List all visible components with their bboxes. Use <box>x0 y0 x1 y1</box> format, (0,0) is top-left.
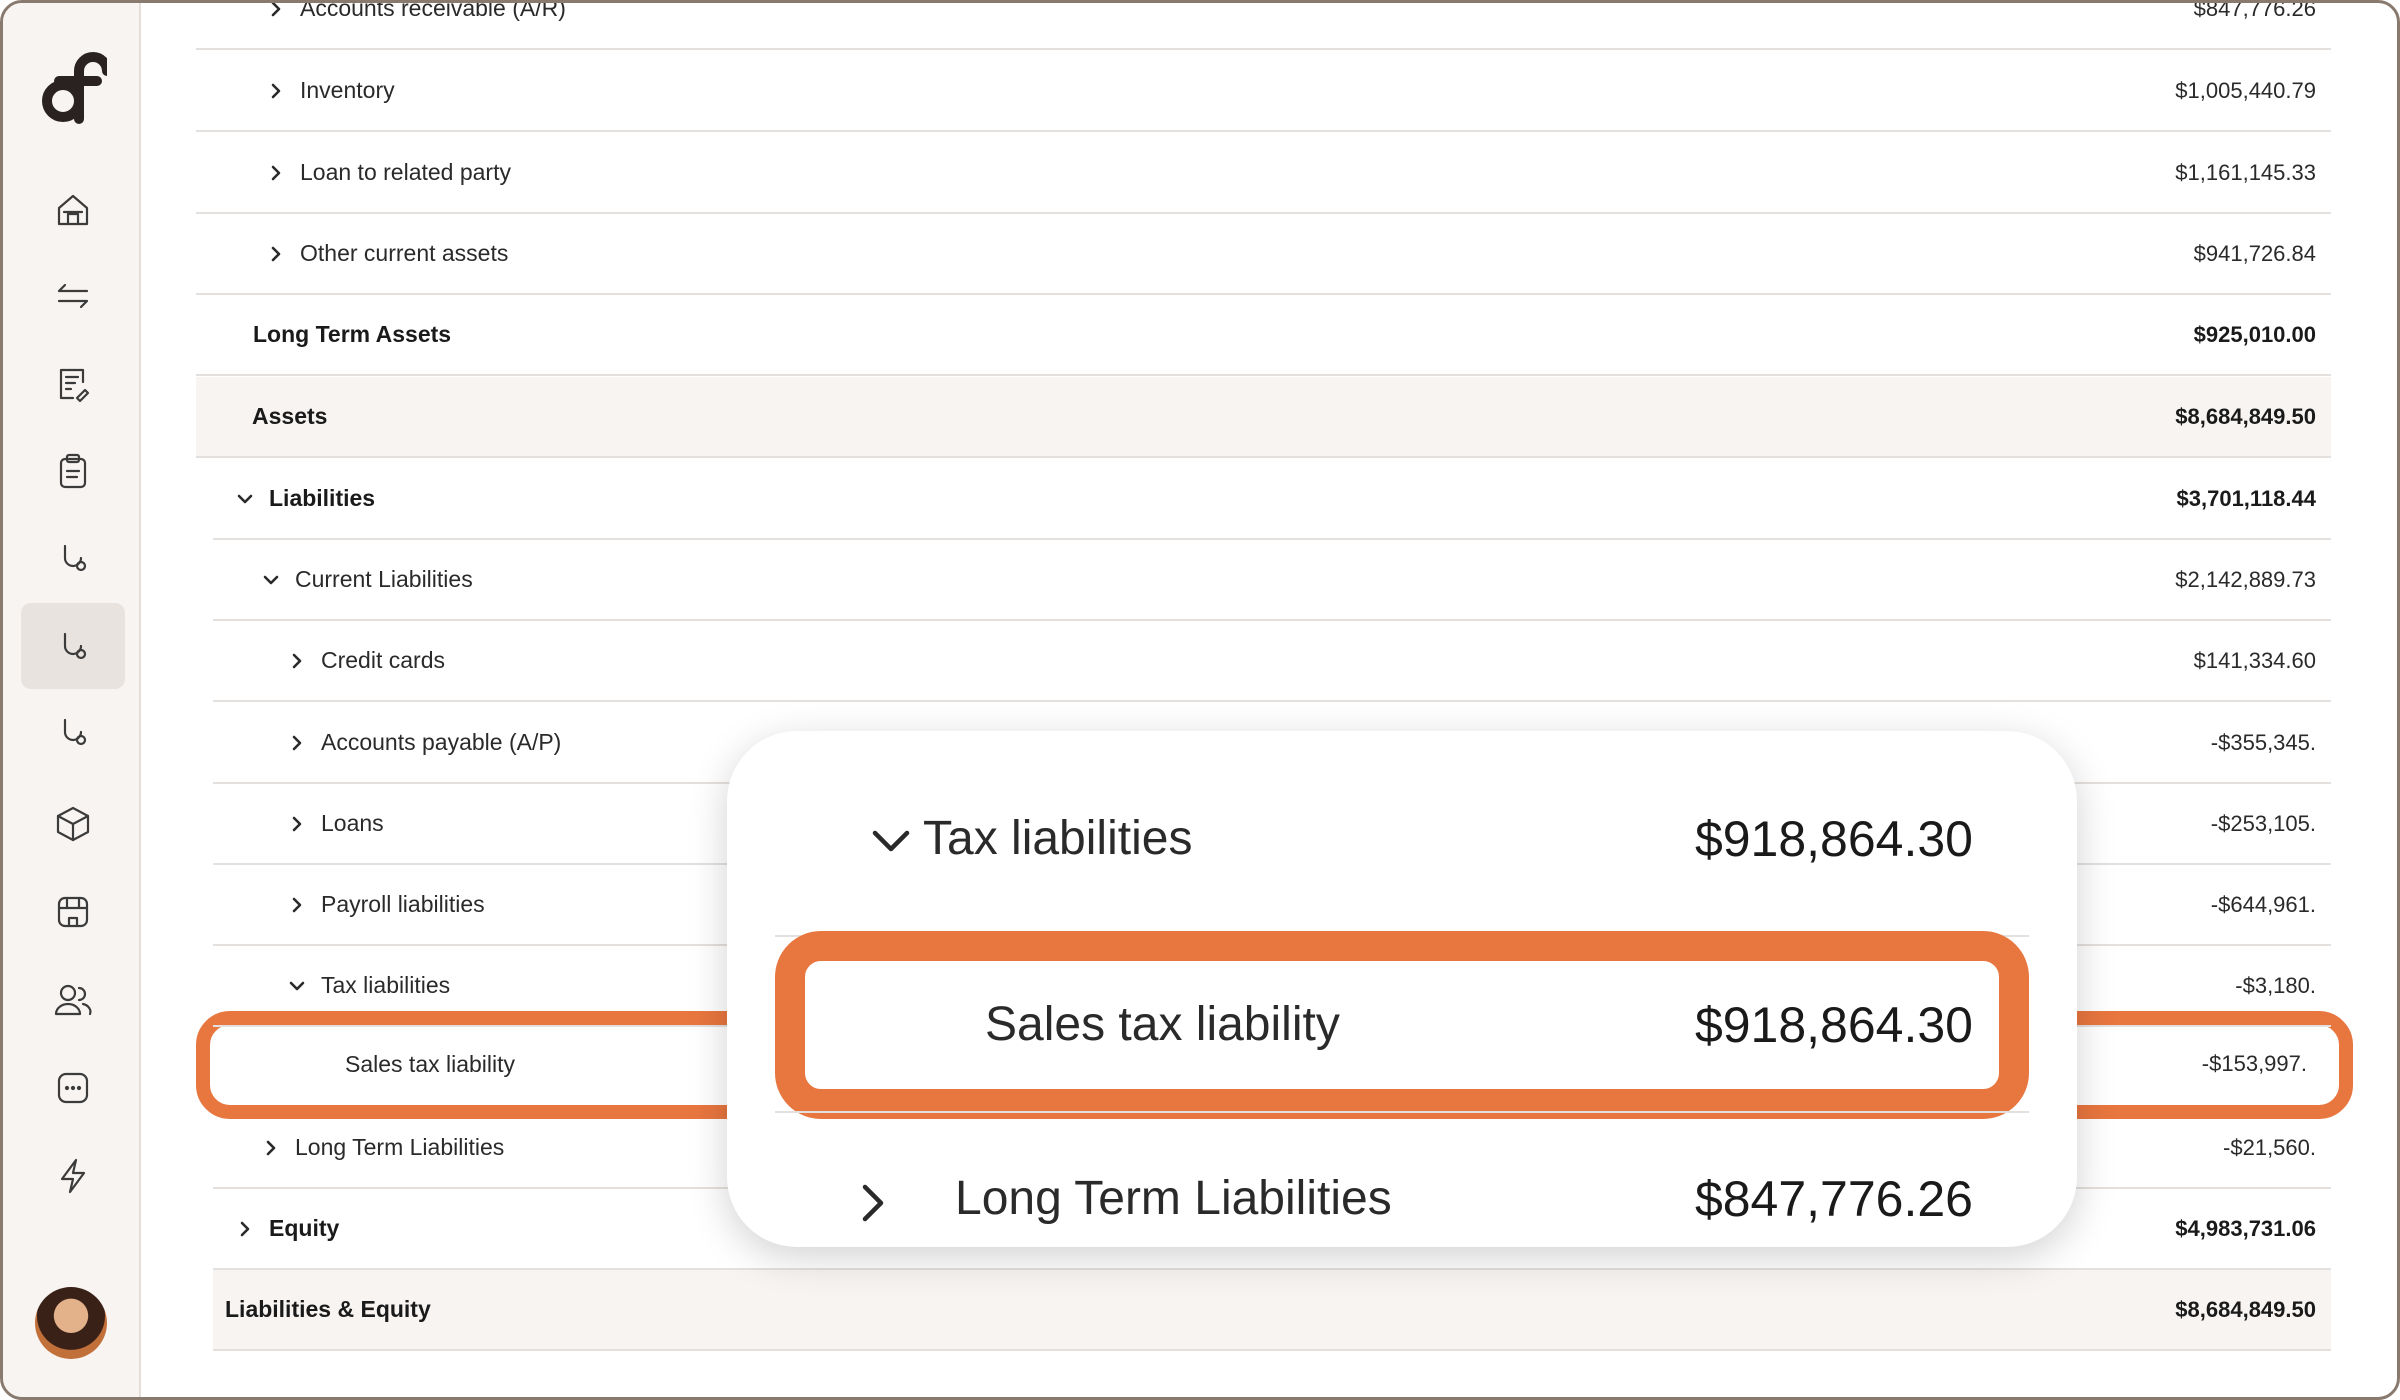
table-row-total[interactable]: Long Term Assets $925,010.00 <box>196 295 2331 376</box>
nav-health-3[interactable] <box>21 689 125 775</box>
callout-row-sales-tax-liability: Sales tax liability $918,864.30 <box>775 996 2029 1053</box>
chevron-right-icon[interactable] <box>287 814 307 834</box>
callout-amount: $918,864.30 <box>1694 810 1973 867</box>
avatar[interactable] <box>35 1287 107 1359</box>
app-window: Accounts receivable (A/R) $847,776.26 In… <box>0 0 2400 1400</box>
chevron-down-icon <box>869 819 913 868</box>
stethoscope-icon <box>63 632 87 660</box>
table-row[interactable]: Accounts receivable (A/R) $847,776.26 <box>196 0 2331 50</box>
nav-automations[interactable] <box>21 1133 125 1219</box>
row-label: Long Term Assets <box>253 321 452 347</box>
row-amount: $847,776.26 <box>2193 0 2316 21</box>
row-amount: $141,334.60 <box>2193 647 2316 673</box>
callout-amount: $918,864.30 <box>1694 996 1973 1053</box>
row-label: Liabilities <box>269 485 376 511</box>
row-amount: -$3,180. <box>2235 972 2316 998</box>
chevron-right-icon[interactable] <box>266 244 286 264</box>
chevron-right-icon <box>851 1181 895 1230</box>
nav-store[interactable] <box>21 869 125 955</box>
home-icon <box>57 194 89 226</box>
nav-home[interactable] <box>21 167 125 253</box>
row-label: Current Liabilities <box>295 566 473 592</box>
row-label: Loans <box>321 810 384 836</box>
row-label: Inventory <box>300 77 395 103</box>
divider <box>775 1111 2029 1113</box>
nav-inventory[interactable] <box>21 781 125 867</box>
nav-invoices[interactable] <box>21 341 125 427</box>
app-logo-icon[interactable] <box>39 41 107 125</box>
row-label: Loan to related party <box>300 159 511 185</box>
stethoscope-icon <box>63 718 87 746</box>
row-amount: $8,684,849.50 <box>2175 1296 2316 1322</box>
row-amount: $925,010.00 <box>2193 321 2316 347</box>
callout-row-tax-liabilities: Tax liabilities $918,864.30 <box>775 810 2029 868</box>
table-row[interactable]: Credit cards $141,334.60 <box>213 621 2331 702</box>
callout-label: Sales tax liability <box>985 998 1340 1051</box>
row-amount: $1,005,440.79 <box>2175 77 2316 103</box>
table-row[interactable]: Current Liabilities $2,142,889.73 <box>213 540 2331 621</box>
row-label: Equity <box>269 1215 340 1241</box>
chevron-down-icon[interactable] <box>235 489 255 509</box>
chevron-right-icon[interactable] <box>261 1138 281 1158</box>
chevron-right-icon[interactable] <box>266 3 286 19</box>
clipboard-icon <box>59 453 87 489</box>
nav-people[interactable] <box>21 957 125 1043</box>
chevron-down-icon[interactable] <box>261 570 281 590</box>
row-amount: $3,701,118.44 <box>2176 485 2316 511</box>
chevron-right-icon[interactable] <box>235 1219 255 1239</box>
row-amount: $941,726.84 <box>2193 240 2316 266</box>
callout-row-long-term-liabilities: Long Term Liabilities $847,776.26 <box>775 1170 2029 1227</box>
row-label: Accounts payable (A/P) <box>321 729 562 755</box>
row-amount: $2,142,889.73 <box>2175 566 2316 592</box>
table-row[interactable]: Other current assets $941,726.84 <box>196 214 2331 295</box>
table-row[interactable]: Loan to related party $1,161,145.33 <box>196 133 2331 214</box>
row-label: Liabilities & Equity <box>225 1296 431 1322</box>
chevron-right-icon[interactable] <box>266 163 286 183</box>
nav-transactions[interactable] <box>21 253 125 339</box>
chevron-right-icon[interactable] <box>287 651 307 671</box>
package-icon <box>56 806 90 842</box>
nav-tasks[interactable] <box>21 428 125 514</box>
row-label: Assets <box>252 403 328 429</box>
nav-health-1[interactable] <box>21 515 125 601</box>
chevron-right-icon[interactable] <box>287 895 307 915</box>
users-icon <box>54 984 92 1016</box>
row-amount: -$644,961. <box>2210 891 2316 917</box>
callout-label: Long Term Liabilities <box>955 1172 1392 1225</box>
row-amount: $8,684,849.50 <box>2175 403 2316 429</box>
callout-amount: $847,776.26 <box>1694 1170 1973 1227</box>
row-amount: -$253,105. <box>2210 810 2316 836</box>
row-amount: -$21,560. <box>2223 1134 2316 1160</box>
row-amount: -$153,997. <box>2201 1051 2307 1076</box>
row-amount: $4,983,731.06 <box>2175 1215 2316 1241</box>
zoom-callout: Tax liabilities $918,864.30 Sales tax li… <box>727 731 2077 1247</box>
store-icon <box>57 896 89 928</box>
document-edit-icon <box>59 368 90 403</box>
row-label: Sales tax liability <box>345 1050 516 1077</box>
row-label: Long Term Liabilities <box>295 1134 505 1160</box>
table-row[interactable]: Inventory $1,005,440.79 <box>196 51 2331 132</box>
sidebar <box>3 3 141 1397</box>
row-label: Payroll liabilities <box>321 891 485 917</box>
table-row[interactable]: Liabilities $3,701,118.44 <box>213 459 2331 540</box>
nav-messages[interactable] <box>21 1045 125 1131</box>
row-label: Other current assets <box>300 240 509 266</box>
table-row-grand-total[interactable]: Liabilities & Equity $8,684,849.50 <box>213 1270 2331 1351</box>
nav-health-2[interactable] <box>21 603 125 689</box>
row-label: Accounts receivable (A/R) <box>300 0 566 21</box>
row-amount: -$355,345. <box>2210 729 2316 755</box>
chevron-down-icon[interactable] <box>287 976 307 996</box>
table-row-section-total[interactable]: Assets $8,684,849.50 <box>196 377 2331 458</box>
transfer-arrows-icon <box>57 283 89 309</box>
chat-icon <box>57 1072 89 1104</box>
chevron-right-icon[interactable] <box>266 81 286 101</box>
row-label: Tax liabilities <box>321 972 451 998</box>
chevron-right-icon[interactable] <box>287 733 307 753</box>
stethoscope-icon <box>63 544 87 572</box>
callout-label: Tax liabilities <box>923 812 1193 865</box>
row-label: Credit cards <box>321 647 445 673</box>
row-amount: $1,161,145.33 <box>2175 159 2316 185</box>
lightning-icon <box>60 1158 86 1194</box>
